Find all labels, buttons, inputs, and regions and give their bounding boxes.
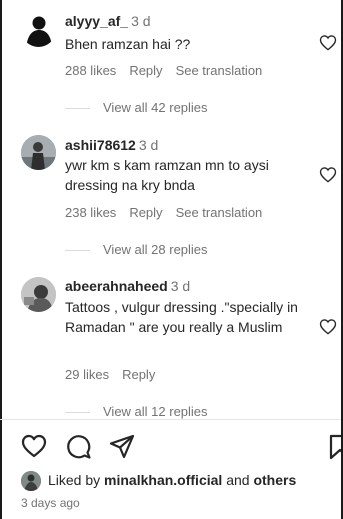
view-replies-button[interactable]: View all 28 replies xyxy=(65,242,208,257)
comment-time: 3 d xyxy=(138,137,159,153)
heart-icon[interactable] xyxy=(319,34,337,51)
comment-header: ashii78612 3 d xyxy=(65,137,158,153)
comment-header: alyyy_af_ 3 d xyxy=(65,13,151,29)
reply-button[interactable]: Reply xyxy=(122,367,155,382)
likes-count[interactable]: 288 likes xyxy=(65,63,116,78)
likes-count[interactable]: 29 likes xyxy=(65,367,109,382)
replies-divider xyxy=(65,412,90,414)
liked-by-others[interactable]: others xyxy=(253,472,296,488)
comment-meta: 238 likes Reply See translation xyxy=(65,205,275,220)
see-translation-button[interactable]: See translation xyxy=(176,63,263,78)
comments-panel: alyyy_af_ 3 d Bhen ramzan hai ?? 288 like… xyxy=(0,0,343,519)
see-translation-button[interactable]: See translation xyxy=(176,205,263,220)
view-replies-label: View all 12 replies xyxy=(103,404,208,419)
comment-meta: 29 likes Reply xyxy=(65,367,168,382)
profile-photo-icon xyxy=(21,471,41,491)
comment-time: 3 d xyxy=(131,13,151,29)
section-divider xyxy=(0,419,343,420)
comment-meta: 288 likes Reply See translation xyxy=(65,63,275,78)
view-replies-button[interactable]: View all 42 replies xyxy=(65,100,208,115)
user-silhouette-icon xyxy=(21,12,56,47)
replies-divider xyxy=(65,250,90,252)
likes-count[interactable]: 238 likes xyxy=(65,205,116,220)
bookmark-icon[interactable] xyxy=(329,434,343,460)
heart-icon[interactable] xyxy=(319,166,337,183)
comment-text: Tattoos , vulgur dressing ."specially in… xyxy=(65,299,298,335)
profile-photo-icon xyxy=(21,135,56,170)
comment-header: abeerahnaheed 3 d xyxy=(65,278,190,294)
heart-icon[interactable] xyxy=(319,318,337,335)
comment-time: 3 d xyxy=(170,278,191,294)
view-replies-button[interactable]: View all 12 replies xyxy=(65,404,208,419)
post-time: 3 days ago xyxy=(21,496,80,510)
avatar[interactable] xyxy=(21,277,56,312)
liked-by-and: and xyxy=(226,472,250,488)
comment-username[interactable]: abeerahnaheed xyxy=(65,278,168,294)
comment-bubble-icon[interactable] xyxy=(66,434,92,460)
paper-plane-icon[interactable] xyxy=(109,434,135,460)
comment-username[interactable]: ashii78612 xyxy=(65,137,136,153)
liked-by-user[interactable]: minalkhan.official xyxy=(104,472,222,488)
profile-photo-icon xyxy=(21,277,56,312)
comment-text: ywr km s kam ramzan mn to aysi dressing … xyxy=(65,157,269,193)
avatar[interactable] xyxy=(21,12,56,47)
reply-button[interactable]: Reply xyxy=(129,205,162,220)
view-replies-label: View all 28 replies xyxy=(103,242,208,257)
avatar[interactable] xyxy=(21,135,56,170)
view-replies-label: View all 42 replies xyxy=(103,100,208,115)
heart-icon[interactable] xyxy=(21,434,47,458)
liked-by-prefix: Liked by xyxy=(48,472,101,488)
replies-divider xyxy=(65,108,90,110)
reply-button[interactable]: Reply xyxy=(129,63,162,78)
comment-text: Bhen ramzan hai ?? xyxy=(65,36,191,52)
liked-by-avatar[interactable] xyxy=(21,471,41,491)
liked-by-text: Liked by minalkhan.official and others xyxy=(48,472,296,488)
comment-username[interactable]: alyyy_af_ xyxy=(65,13,128,29)
